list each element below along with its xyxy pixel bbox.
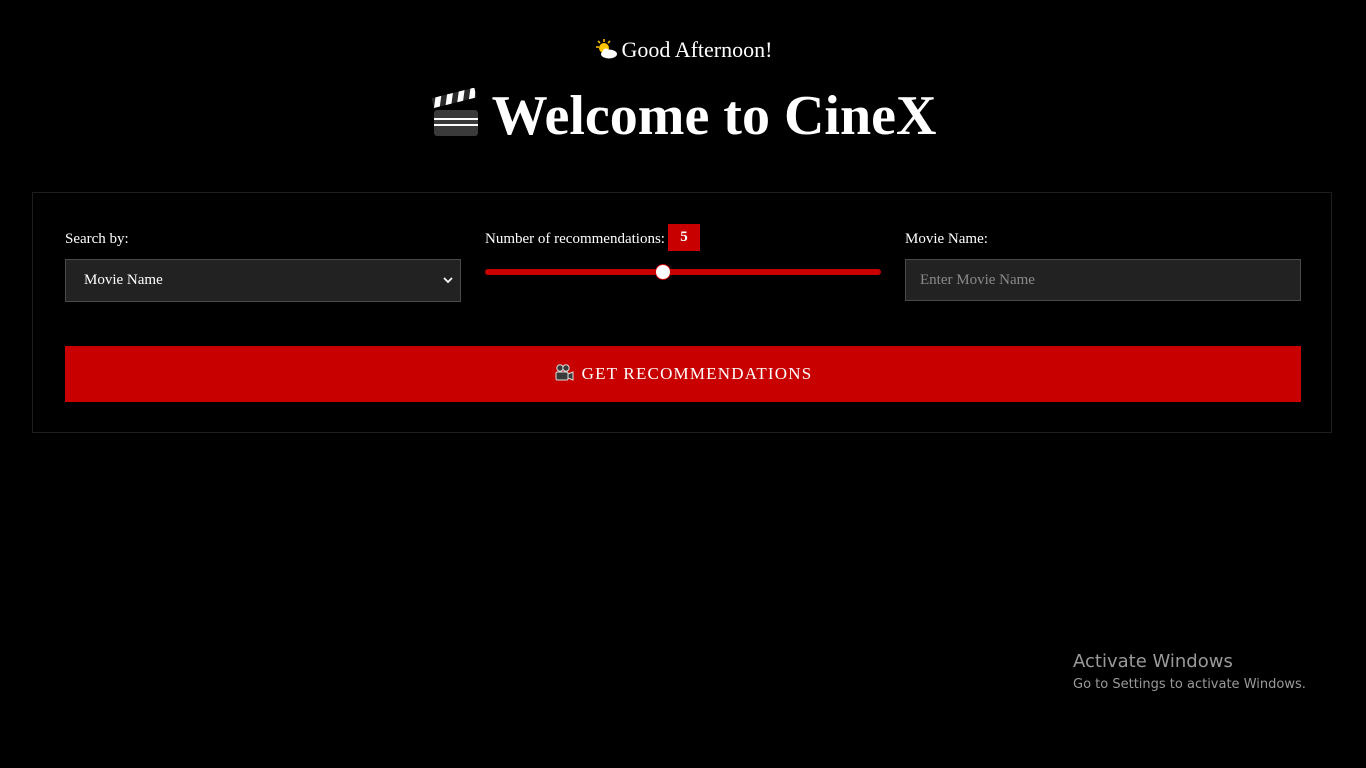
- windows-activation-watermark: Activate Windows Go to Settings to activ…: [1073, 651, 1306, 694]
- movie-camera-icon: [555, 364, 574, 381]
- movie-name-input[interactable]: [905, 259, 1301, 301]
- recommendations-label: Number of recommendations:: [485, 231, 665, 247]
- watermark-title: Activate Windows: [1073, 651, 1233, 672]
- sun-behind-cloud-icon: [595, 39, 617, 59]
- chevron-down-icon: [443, 277, 453, 284]
- clapperboard-icon: [431, 88, 478, 136]
- page-title-text: Welcome to CineX: [491, 85, 937, 147]
- recommendations-slider-thumb[interactable]: [655, 264, 672, 280]
- greeting-text: Good Afternoon!: [621, 37, 773, 62]
- recommendation-form: Search by: Movie Name Number of recommen…: [32, 192, 1332, 433]
- recommendations-count-badge: 5: [668, 224, 700, 251]
- search-by-label: Search by:: [65, 231, 129, 247]
- get-recommendations-button[interactable]: GET RECOMMENDATIONS: [65, 346, 1301, 402]
- search-by-select[interactable]: Movie Name: [65, 259, 461, 302]
- watermark-subtitle: Go to Settings to activate Windows.: [1073, 677, 1306, 692]
- movie-name-label: Movie Name:: [905, 231, 988, 247]
- recommendations-slider[interactable]: [485, 269, 881, 275]
- greeting: Good Afternoon!: [0, 36, 1366, 64]
- get-recommendations-label: GET RECOMMENDATIONS: [581, 364, 813, 383]
- search-by-value: Movie Name: [84, 272, 163, 288]
- page-title: Welcome to CineX: [0, 84, 1366, 148]
